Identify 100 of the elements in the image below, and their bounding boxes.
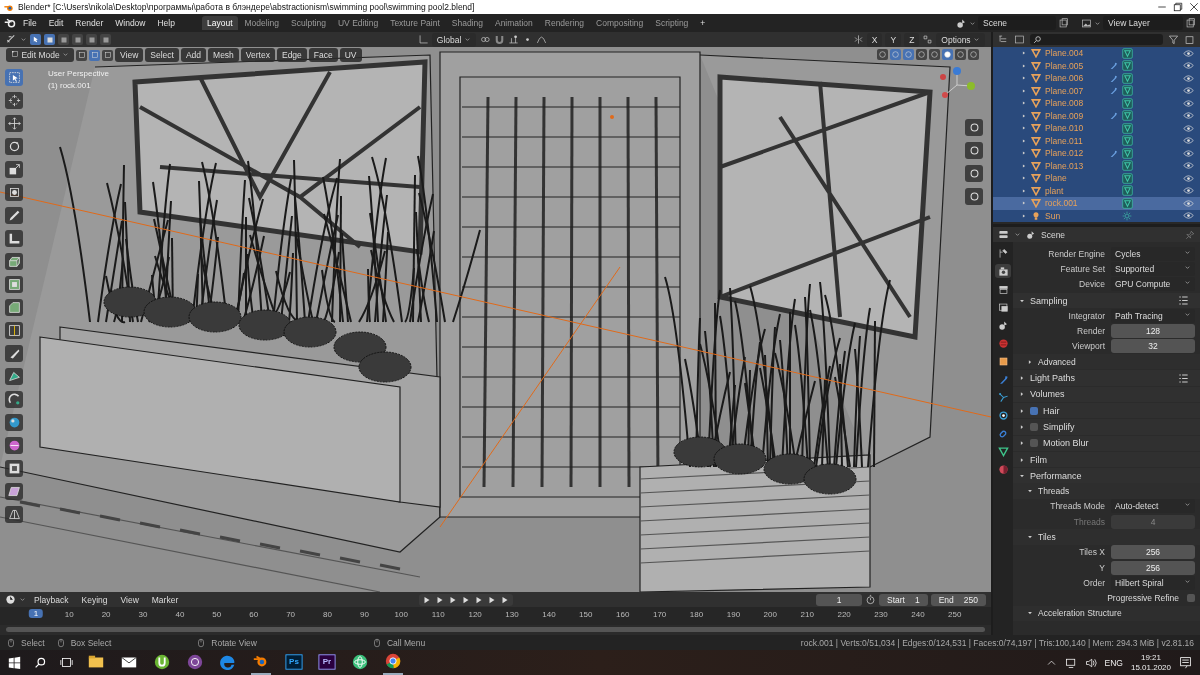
frame-number: 170 xyxy=(652,610,667,619)
menu-item[interactable]: Render xyxy=(70,17,109,29)
timeline-menu[interactable]: View xyxy=(115,593,144,606)
current-frame-marker[interactable]: 1 xyxy=(28,609,44,618)
frame-number: 60 xyxy=(249,610,259,619)
viewport-menu[interactable]: Face xyxy=(308,48,338,62)
orientation-dropdown[interactable]: Global xyxy=(431,32,476,47)
field-label: Render Engine xyxy=(1047,248,1106,259)
scene-field[interactable]: Scene xyxy=(978,16,1056,30)
panel-header[interactable]: Volumes xyxy=(1013,386,1200,402)
status-hint: Call Menu xyxy=(386,637,426,648)
number-field[interactable]: 256 xyxy=(1111,545,1195,560)
workspace-tab[interactable]: Animation xyxy=(489,16,538,30)
menu-item[interactable]: Window xyxy=(110,17,151,29)
panel-title: Light Paths xyxy=(1030,373,1077,383)
mode-dropdown[interactable]: Edit Mode xyxy=(6,48,75,62)
workspace-tab[interactable]: Scripting xyxy=(650,16,694,30)
taskbar-app-button[interactable]: Pr xyxy=(317,651,337,674)
viewport-menu[interactable]: Vertex xyxy=(240,48,275,62)
outliner-row[interactable]: Plane xyxy=(993,172,1200,185)
viewport-menu[interactable]: Mesh xyxy=(208,48,239,62)
workspace-tab[interactable]: Rendering xyxy=(539,16,589,30)
workspace-tab[interactable]: Texture Paint xyxy=(385,16,445,30)
workspace-tab[interactable]: Modeling xyxy=(239,16,284,30)
panel-header[interactable]: Film xyxy=(1013,451,1200,468)
panel-title: Advanced xyxy=(1038,356,1077,367)
add-workspace-button[interactable]: + xyxy=(695,17,711,29)
dropdown-field[interactable]: Cycles xyxy=(1111,246,1195,261)
status-hint: Select xyxy=(21,637,45,648)
menu-item[interactable]: Help xyxy=(152,17,180,29)
outliner-row[interactable]: Plane.006 xyxy=(993,72,1200,85)
workspace-tab[interactable]: Sculpting xyxy=(286,16,331,30)
clock[interactable]: 19:21 15.01.2020 xyxy=(1130,652,1171,673)
frame-number: 150 xyxy=(579,610,593,619)
object-name: Plane xyxy=(1045,173,1068,184)
timeline-menu[interactable]: Playback xyxy=(29,593,74,606)
frame-ruler[interactable]: 1 10 20 30 40 50 60 70 80 90 100 110 120 130 140 150 160 170 180 190 200 210 220 230 240 250 xyxy=(0,607,991,625)
outliner-row[interactable]: Plane.010 xyxy=(993,122,1200,135)
viewport-menu[interactable]: Add xyxy=(180,48,207,62)
frame-number: 20 xyxy=(101,610,111,619)
timeline-menu[interactable]: Keying xyxy=(76,593,113,606)
panel-header[interactable]: Hair xyxy=(1013,402,1200,419)
menu-item[interactable]: File xyxy=(18,17,42,29)
field-label: Threads xyxy=(1072,516,1106,527)
number-field[interactable]: 256 xyxy=(1111,560,1195,575)
dropdown-field[interactable]: GPU Compute xyxy=(1111,277,1195,292)
menu-item[interactable]: Edit xyxy=(43,17,69,29)
frame-number: 100 xyxy=(394,610,408,619)
workspace-tab[interactable]: Layout xyxy=(201,16,238,30)
frame-number: 180 xyxy=(689,610,704,619)
language-indicator[interactable]: ENG xyxy=(1104,657,1123,668)
object-name: Plane.012 xyxy=(1045,148,1085,159)
dropdown-field[interactable]: Supported xyxy=(1111,261,1195,276)
panel-title: Acceleration Structure xyxy=(1038,608,1123,619)
object-name: Plane.008 xyxy=(1045,98,1085,109)
dropdown-field[interactable]: Path Tracing xyxy=(1111,308,1195,323)
frame-number: 230 xyxy=(874,610,888,619)
number-field[interactable]: 32 xyxy=(1111,339,1195,354)
panel-header[interactable]: Motion Blur xyxy=(1013,435,1200,451)
workspace-tab[interactable]: Compositing xyxy=(591,16,649,30)
panel-header[interactable]: Light Paths xyxy=(1013,370,1200,386)
panel-title: Sampling xyxy=(1030,295,1069,306)
dropdown-field[interactable]: Hilbert Spiral xyxy=(1111,575,1195,590)
current-frame-field[interactable]: 1 xyxy=(816,593,862,606)
start-frame-field[interactable]: Start 1 xyxy=(879,593,928,606)
number-field[interactable]: 128 xyxy=(1111,324,1195,339)
mirror-axis-toggle[interactable]: Y xyxy=(885,32,902,47)
outliner-row[interactable]: Plane.004 xyxy=(993,47,1200,60)
viewport-menu[interactable]: UV xyxy=(339,48,362,62)
workspace-tab[interactable]: Shading xyxy=(446,16,488,30)
panel-header[interactable]: Simplify xyxy=(1013,419,1200,435)
outliner-row[interactable]: Plane.008 xyxy=(993,97,1200,110)
object-name: plant xyxy=(1045,185,1065,196)
panel-title: Film xyxy=(1030,454,1048,465)
timeline-menu[interactable]: Marker xyxy=(146,593,184,606)
properties-context-label: Scene xyxy=(1041,229,1067,240)
panel-title: Tiles xyxy=(1038,532,1057,542)
viewport-menu[interactable]: View xyxy=(115,48,144,62)
panel-header[interactable]: Sampling xyxy=(1013,292,1200,309)
options-dropdown[interactable]: Options xyxy=(936,32,985,47)
frame-number: 80 xyxy=(323,610,332,619)
viewport-menu[interactable]: Edge xyxy=(276,48,307,62)
frame-number: 110 xyxy=(431,610,445,619)
taskbar-app-button[interactable]: Ps xyxy=(284,651,304,674)
mirror-axis-toggle[interactable]: X xyxy=(866,32,883,47)
panel-title: Threads xyxy=(1038,486,1071,497)
scene-statistics: rock.001 | Verts:0/51,034 | Edges:0/124,531 | Faces:0/74,197 | Tris:100,140 | Mem: 294.3 MiB | v2.81.16 xyxy=(800,637,1194,648)
object-name: Plane.006 xyxy=(1045,73,1085,84)
outliner-row[interactable]: Plane.012 xyxy=(993,147,1200,160)
workspace-tab[interactable]: UV Editing xyxy=(332,16,384,30)
panel-header[interactable]: Performance xyxy=(1013,468,1200,484)
object-name: Plane.004 xyxy=(1045,48,1085,59)
frame-number: 140 xyxy=(542,610,556,619)
viewport-menu[interactable]: Select xyxy=(145,48,179,62)
view-layer-field[interactable]: View Layer xyxy=(1103,16,1183,30)
end-frame-field[interactable]: End 250 xyxy=(930,593,986,606)
panel-title: Performance xyxy=(1030,470,1083,481)
dropdown-field[interactable]: Auto-detect xyxy=(1111,499,1195,514)
frame-number: 30 xyxy=(138,610,148,619)
mirror-axis-toggle[interactable]: Z xyxy=(904,32,920,47)
